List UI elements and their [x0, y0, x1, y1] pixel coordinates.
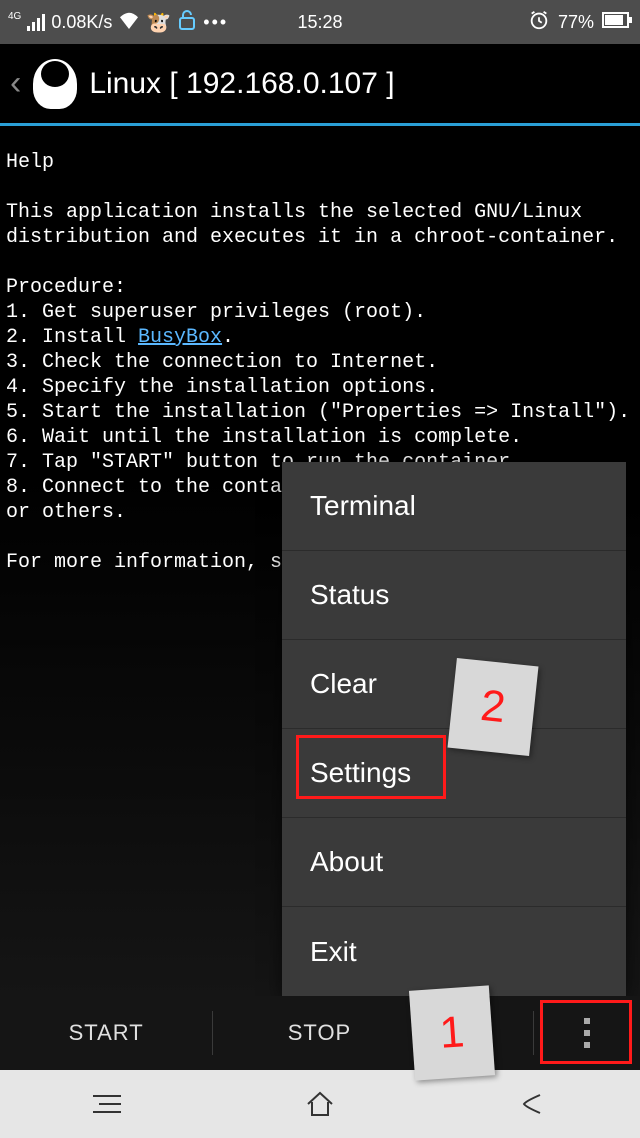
- back-arrow-icon: [516, 1087, 550, 1121]
- busybox-link[interactable]: BusyBox: [138, 326, 222, 349]
- menu-icon: [93, 1095, 121, 1113]
- download-icon: [466, 1019, 494, 1047]
- data-speed: 0.08K/s: [51, 12, 112, 33]
- procedure-label: Procedure:: [6, 276, 126, 299]
- step-6: 6. Wait until the installation is comple…: [6, 426, 522, 449]
- network-type: 4G: [8, 11, 21, 22]
- home-icon: [303, 1087, 337, 1121]
- overflow-menu: Terminal Status Clear Settings About Exi…: [282, 462, 626, 996]
- clock: 15:28: [297, 12, 342, 33]
- download-button[interactable]: [427, 996, 533, 1070]
- nav-home-button[interactable]: [300, 1084, 340, 1124]
- android-status-bar: 4G 0.08K/s 🐮 ••• 15:28 77%: [0, 0, 640, 44]
- wifi-icon: [118, 11, 140, 34]
- step-1: 1. Get superuser privileges (root).: [6, 301, 426, 324]
- nav-back-button[interactable]: [513, 1084, 553, 1124]
- back-icon[interactable]: ‹: [10, 64, 21, 103]
- menu-item-settings[interactable]: Settings: [282, 729, 626, 818]
- menu-item-about[interactable]: About: [282, 818, 626, 907]
- step-2: 2. Install: [6, 326, 138, 349]
- menu-item-exit[interactable]: Exit: [282, 907, 626, 996]
- lock-icon: [177, 9, 197, 36]
- battery-percent: 77%: [558, 12, 594, 33]
- more-info: For more information, see: [6, 551, 306, 574]
- alarm-icon: [528, 9, 550, 36]
- stop-button[interactable]: STOP: [213, 996, 425, 1070]
- app-title: Linux [ 192.168.0.107 ]: [89, 67, 394, 101]
- app-icon: 🐮: [146, 10, 171, 35]
- signal-icon: [27, 13, 45, 31]
- android-nav-bar: [0, 1070, 640, 1138]
- start-button[interactable]: START: [0, 996, 212, 1070]
- battery-icon: [602, 12, 632, 33]
- more-notifications-icon: •••: [203, 12, 228, 33]
- step-5: 5. Start the installation ("Properties =…: [6, 401, 630, 424]
- overflow-button[interactable]: [534, 996, 640, 1070]
- tux-icon: [33, 59, 77, 109]
- step-3: 3. Check the connection to Internet.: [6, 351, 438, 374]
- menu-item-terminal[interactable]: Terminal: [282, 462, 626, 551]
- nav-recent-button[interactable]: [87, 1084, 127, 1124]
- app-header: ‹ Linux [ 192.168.0.107 ]: [0, 44, 640, 126]
- menu-item-status[interactable]: Status: [282, 551, 626, 640]
- bottom-toolbar: START STOP: [0, 996, 640, 1070]
- help-heading: Help: [6, 151, 54, 174]
- kebab-icon: [584, 1018, 590, 1048]
- step-4: 4. Specify the installation options.: [6, 376, 438, 399]
- help-intro: This application installs the selected G…: [6, 201, 618, 249]
- menu-item-clear[interactable]: Clear: [282, 640, 626, 729]
